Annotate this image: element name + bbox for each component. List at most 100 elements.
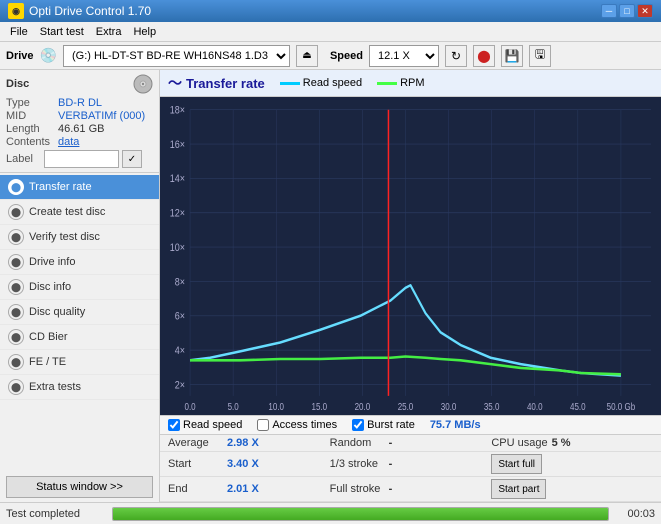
burst-rate-checkbox[interactable] — [352, 419, 364, 431]
stat-start-part-col: Start part — [491, 479, 653, 499]
nav-fe-te-label: FE / TE — [29, 356, 66, 368]
burst-rate-checkbox-label[interactable]: Burst rate — [352, 419, 415, 431]
svg-text:16×: 16× — [170, 139, 185, 151]
start-part-button[interactable]: Start part — [491, 479, 546, 499]
stat-cpu-label: CPU usage — [491, 437, 547, 449]
stat-third-stroke-value: - — [389, 458, 393, 470]
maximize-button[interactable]: □ — [619, 4, 635, 18]
access-times-checkbox[interactable] — [257, 419, 269, 431]
stat-start-value: 3.40 X — [227, 458, 259, 470]
drive-label: Drive — [6, 50, 34, 62]
disc-length-label: Length — [6, 123, 58, 135]
nav-drive-info-label: Drive info — [29, 256, 75, 268]
stat-end-value: 2.01 X — [227, 483, 259, 495]
nav-disc-info[interactable]: ⬤ Disc info — [0, 275, 159, 300]
progress-bar — [112, 507, 609, 521]
stats-row-2: Start 3.40 X 1/3 stroke - Start full — [160, 452, 661, 477]
stat-start-col: Start 3.40 X — [168, 458, 330, 470]
disc-type-label: Type — [6, 97, 58, 109]
nav-verify-test-disc-label: Verify test disc — [29, 231, 100, 243]
stat-third-stroke-col: 1/3 stroke - — [330, 458, 492, 470]
svg-text:45.0: 45.0 — [570, 401, 586, 412]
nav-verify-test-disc[interactable]: ⬤ Verify test disc — [0, 225, 159, 250]
nav-cd-bier-label: CD Bier — [29, 331, 68, 343]
disc-info-icon: ⬤ — [8, 279, 24, 295]
read-speed-checkbox[interactable] — [168, 419, 180, 431]
eject-button[interactable]: ⏏ — [296, 45, 318, 67]
save-button[interactable]: 🖫 — [529, 45, 551, 67]
disc-label-row: Label ✓ — [6, 150, 153, 168]
disc-mid-label: MID — [6, 110, 58, 122]
disc-header: Disc — [6, 74, 153, 94]
stat-random-label: Random — [330, 437, 385, 449]
disc-section: Disc Type BD-R DL MID VERBATIMf (000) Le… — [0, 70, 159, 173]
right-panel: 〜 Transfer rate Read speed RPM — [160, 70, 661, 502]
progress-bar-fill — [113, 508, 608, 520]
disc-contents-value[interactable]: data — [58, 136, 79, 148]
disc-mid-value: VERBATIMf (000) — [58, 110, 145, 122]
create-test-disc-icon: ⬤ — [8, 204, 24, 220]
disc-erase-button[interactable]: ⬤ — [473, 45, 495, 67]
disc-label-input[interactable] — [44, 150, 119, 168]
nav-fe-te[interactable]: ⬤ FE / TE — [0, 350, 159, 375]
close-button[interactable]: ✕ — [637, 4, 653, 18]
nav-extra-tests-label: Extra tests — [29, 381, 81, 393]
chart-wave-icon: 〜 — [168, 73, 182, 93]
nav-create-test-disc[interactable]: ⬤ Create test disc — [0, 200, 159, 225]
disc-contents-label: Contents — [6, 136, 58, 148]
menu-help[interactable]: Help — [127, 24, 162, 40]
start-full-button[interactable]: Start full — [491, 454, 542, 474]
legend-read-speed-color — [280, 82, 300, 85]
nav-drive-info[interactable]: ⬤ Drive info — [0, 250, 159, 275]
minimize-button[interactable]: ─ — [601, 4, 617, 18]
svg-text:15.0: 15.0 — [312, 401, 328, 412]
disc-length-row: Length 46.61 GB — [6, 123, 153, 135]
disc-length-value: 46.61 GB — [58, 123, 104, 135]
disc-label-ok-button[interactable]: ✓ — [122, 150, 142, 168]
legend-rpm-label: RPM — [400, 77, 424, 89]
menu-file[interactable]: File — [4, 24, 34, 40]
read-speed-checkbox-text: Read speed — [183, 419, 242, 431]
disc-contents-row: Contents data — [6, 136, 153, 148]
main-area: Disc Type BD-R DL MID VERBATIMf (000) Le… — [0, 70, 661, 502]
chart-svg: 18× 16× 14× 12× 10× 8× 6× 4× 2× 0.0 5.0 … — [160, 97, 661, 415]
chart-title: 〜 Transfer rate — [168, 73, 265, 93]
menu-start-test[interactable]: Start test — [34, 24, 90, 40]
read-speed-checkbox-label[interactable]: Read speed — [168, 419, 242, 431]
disc-quality-icon: ⬤ — [8, 304, 24, 320]
title-bar: ◉ Opti Drive Control 1.70 ─ □ ✕ — [0, 0, 661, 22]
nav-disc-quality-label: Disc quality — [29, 306, 85, 318]
stat-third-stroke-label: 1/3 stroke — [330, 458, 385, 470]
drive-icon: 💿 — [40, 47, 57, 64]
chart-container: 18× 16× 14× 12× 10× 8× 6× 4× 2× 0.0 5.0 … — [160, 97, 661, 415]
burst-rate-value: 75.7 MB/s — [430, 419, 481, 431]
nav-extra-tests[interactable]: ⬤ Extra tests — [0, 375, 159, 400]
stat-random-value: - — [389, 437, 393, 449]
stats-row-3: End 2.01 X Full stroke - Start part — [160, 477, 661, 502]
window-controls: ─ □ ✕ — [601, 4, 653, 18]
stat-average-label: Average — [168, 437, 223, 449]
checkboxes-row: Read speed Access times Burst rate 75.7 … — [160, 415, 661, 435]
fe-te-icon: ⬤ — [8, 354, 24, 370]
status-window-button[interactable]: Status window >> — [6, 476, 153, 498]
legend-read-speed: Read speed — [280, 77, 362, 89]
drive-select[interactable]: (G:) HL-DT-ST BD-RE WH16NS48 1.D3 — [63, 45, 290, 67]
left-panel: Disc Type BD-R DL MID VERBATIMf (000) Le… — [0, 70, 160, 502]
stat-random-col: Random - — [330, 437, 492, 449]
stat-cpu-value: 5 % — [552, 437, 571, 449]
verify-test-disc-icon: ⬤ — [8, 229, 24, 245]
stat-average-value: 2.98 X — [227, 437, 259, 449]
svg-text:40.0: 40.0 — [527, 401, 543, 412]
nav-create-test-disc-label: Create test disc — [29, 206, 105, 218]
nav-transfer-rate[interactable]: ⬤ Transfer rate — [0, 175, 159, 200]
speed-select[interactable]: 12.1 X — [369, 45, 439, 67]
menu-extra[interactable]: Extra — [90, 24, 128, 40]
refresh-button[interactable]: ↻ — [445, 45, 467, 67]
disc-write-button[interactable]: 💾 — [501, 45, 523, 67]
access-times-checkbox-label[interactable]: Access times — [257, 419, 337, 431]
stat-average-col: Average 2.98 X — [168, 437, 330, 449]
svg-text:18×: 18× — [170, 105, 185, 117]
nav-cd-bier[interactable]: ⬤ CD Bier — [0, 325, 159, 350]
stat-start-label: Start — [168, 458, 223, 470]
nav-disc-quality[interactable]: ⬤ Disc quality — [0, 300, 159, 325]
